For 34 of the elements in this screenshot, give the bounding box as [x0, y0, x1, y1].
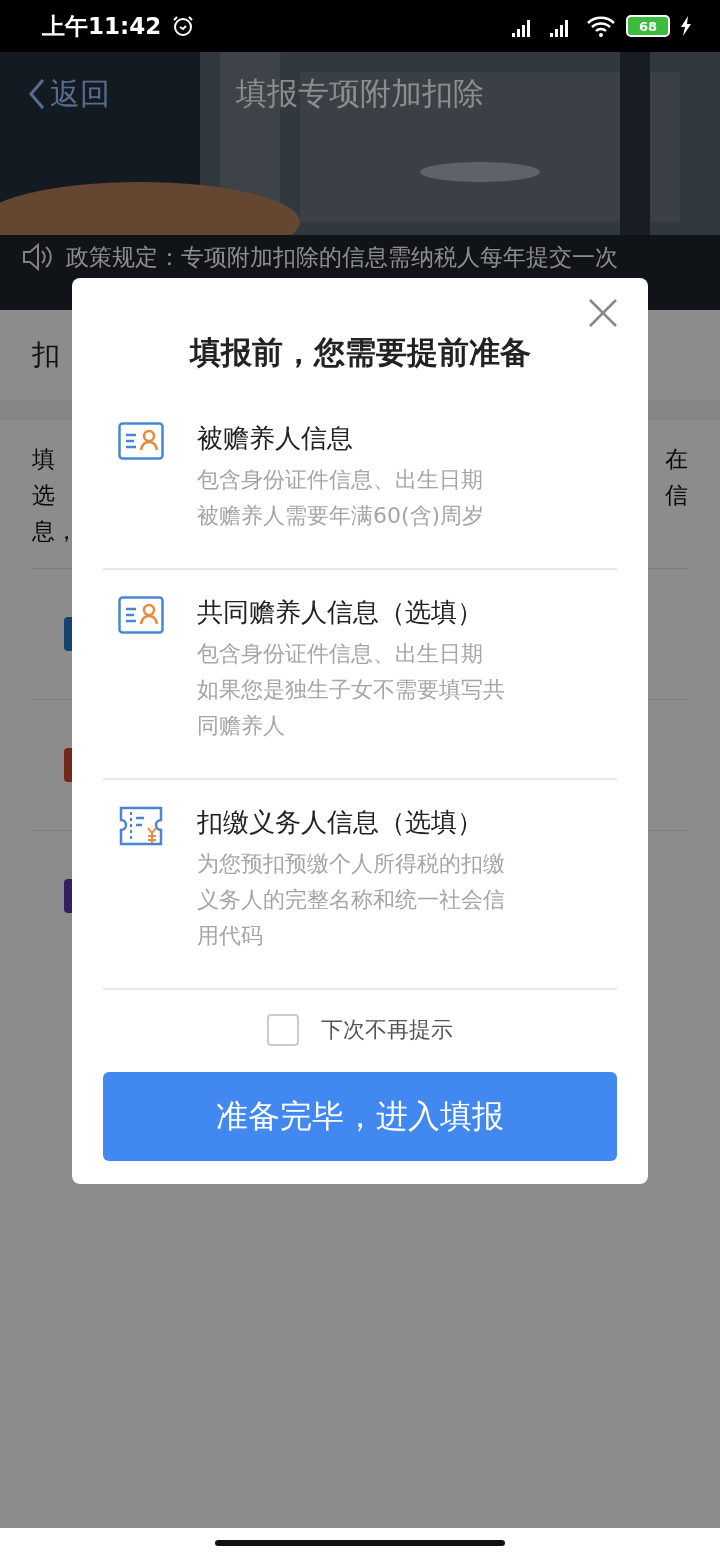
item-description: 用代码	[197, 922, 264, 950]
chevron-left-icon	[28, 78, 46, 110]
item-title: 共同赡养人信息（选填）	[197, 596, 484, 629]
ticket-icon	[118, 806, 164, 846]
body-text: 信	[665, 481, 688, 510]
item-description: 包含身份证件信息、出生日期	[197, 640, 484, 668]
body-text: 选	[32, 481, 55, 510]
dialog-title: 填报前，您需要提前准备	[188, 333, 532, 372]
item-description: 义务人的完整名称和统一社会信	[197, 886, 505, 914]
checkbox[interactable]	[267, 1014, 299, 1046]
section-title: 扣	[32, 337, 60, 373]
id-card-icon	[118, 422, 164, 460]
item-description: 为您预扣预缴个人所得税的扣缴	[197, 850, 505, 878]
item-title: 扣缴义务人信息（选填）	[197, 806, 484, 839]
charging-icon	[680, 16, 692, 36]
item-title: 被赡养人信息	[197, 422, 354, 455]
body-text: 填	[32, 445, 55, 474]
confirm-button[interactable]: 准备完毕，进入填报	[103, 1072, 617, 1161]
item-description: 包含身份证件信息、出生日期	[197, 466, 484, 494]
item-description: 同赡养人	[197, 712, 286, 740]
body-text: 在	[665, 445, 688, 474]
item-description: 被赡养人需要年满60(含)周岁	[197, 502, 485, 530]
speaker-icon	[22, 243, 52, 271]
body-text: 息，	[32, 517, 78, 546]
page-title: 填报专项附加扣除	[236, 75, 484, 111]
clock-time: 上午11:42	[42, 11, 162, 41]
close-button[interactable]	[588, 298, 618, 328]
item-description: 如果您是独生子女不需要填写共	[197, 676, 505, 704]
wifi-icon	[586, 15, 616, 37]
back-button[interactable]: 返回	[28, 73, 110, 115]
checkbox-label[interactable]: 下次不再提示	[321, 1015, 453, 1045]
battery-level: 68	[626, 15, 670, 37]
id-card-icon	[118, 596, 164, 634]
notice-text: 政策规定：专项附加扣除的信息需纳税人每年提交一次	[66, 243, 618, 271]
